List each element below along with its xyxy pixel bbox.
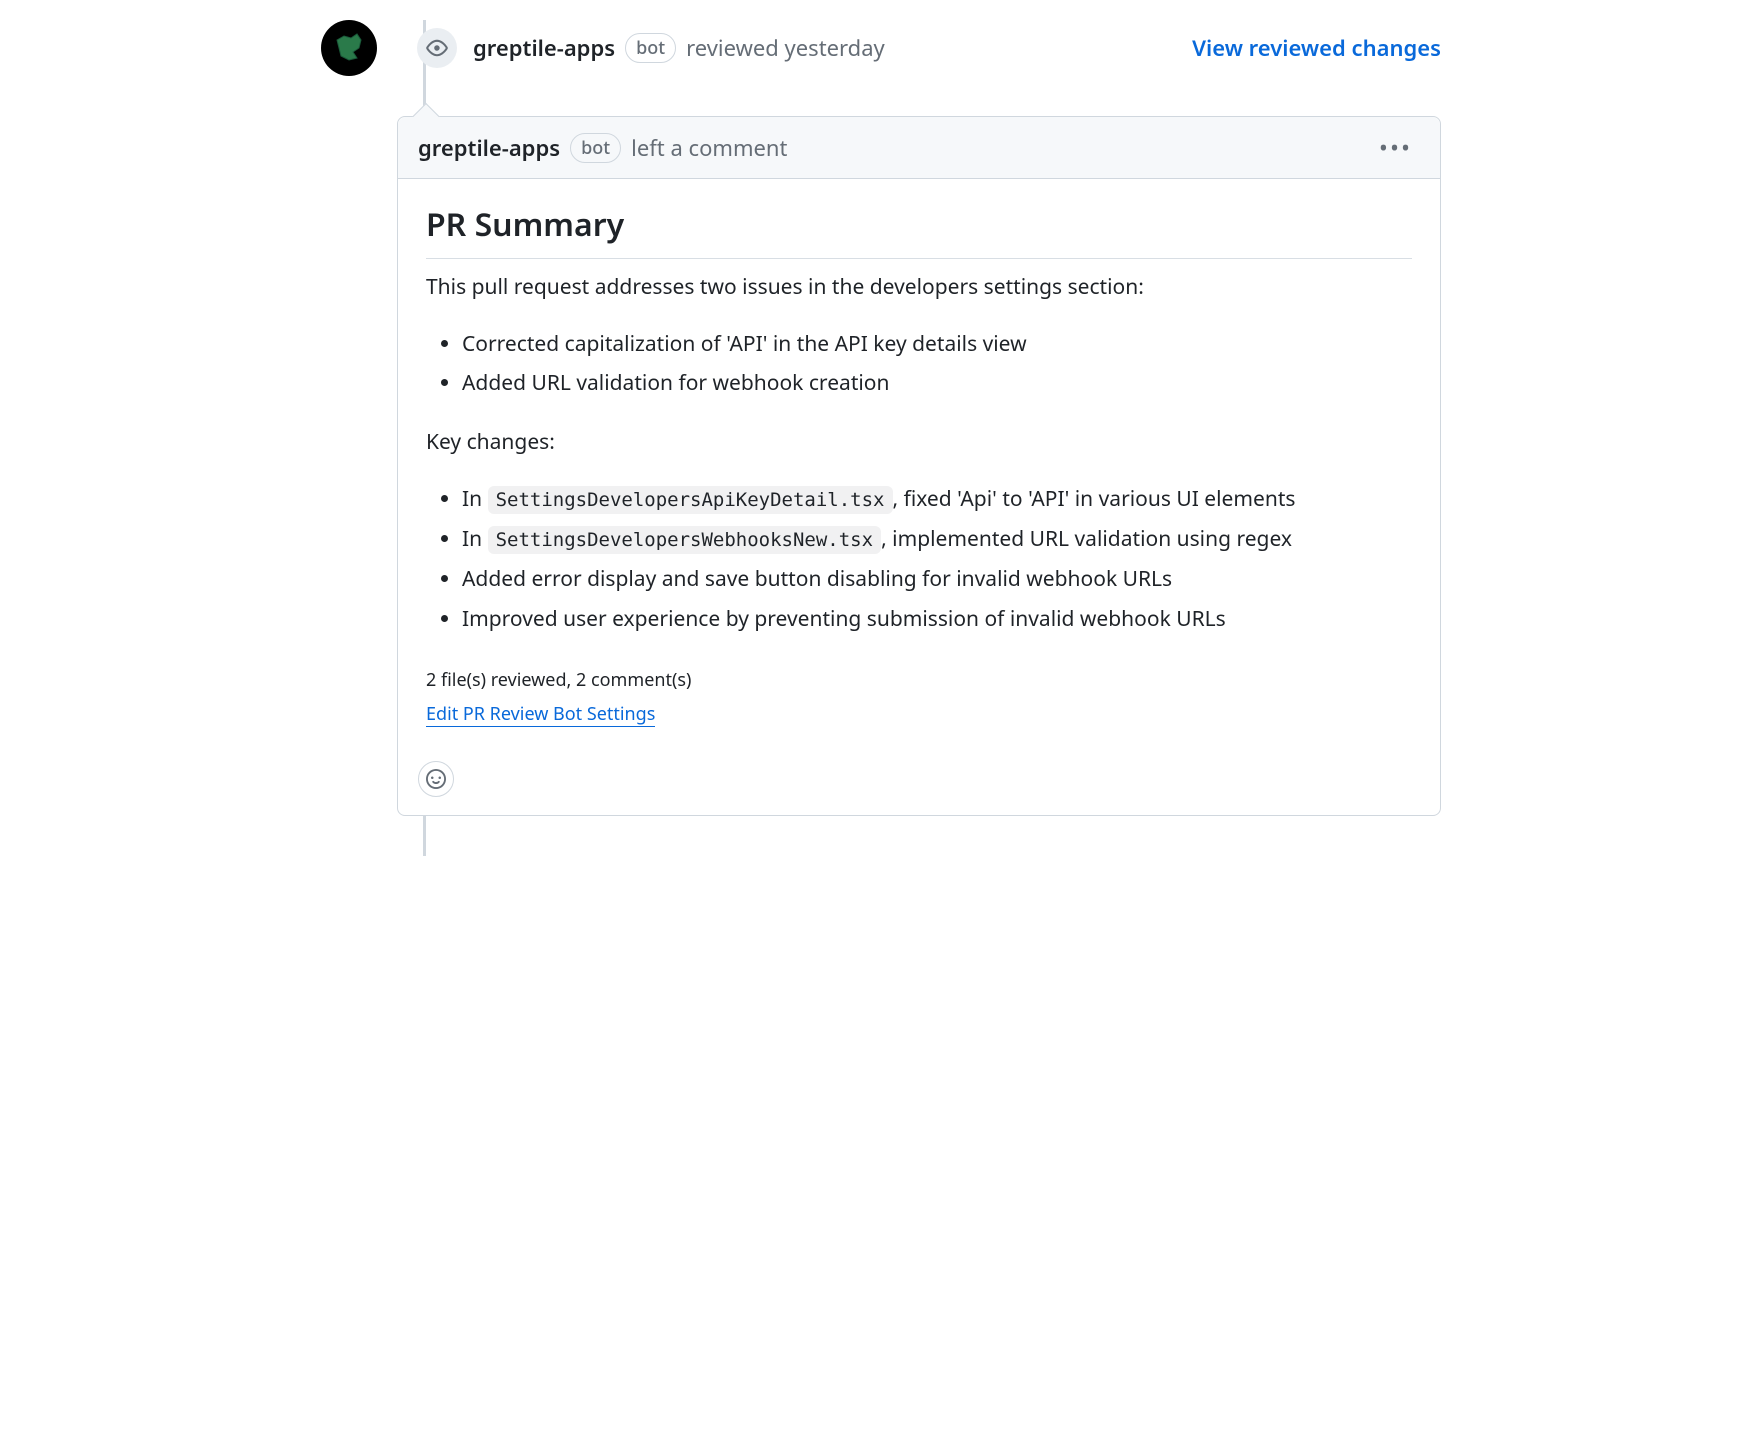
comment-bot-label: bot xyxy=(570,133,621,163)
view-reviewed-changes-link[interactable]: View reviewed changes xyxy=(1192,33,1441,63)
list-item: Added error display and save button disa… xyxy=(462,560,1412,600)
text-span: In xyxy=(462,525,488,553)
key-changes-list: In SettingsDevelopersApiKeyDetail.tsx, f… xyxy=(426,480,1412,640)
code-filename: SettingsDevelopersWebhooksNew.tsx xyxy=(488,526,882,554)
comment-box: greptile-apps bot left a comment ••• PR … xyxy=(397,116,1441,816)
comment-header: greptile-apps bot left a comment ••• xyxy=(398,117,1440,179)
list-item: Corrected capitalization of 'API' in the… xyxy=(462,325,1412,365)
timeline-bottom xyxy=(321,816,1441,856)
code-filename: SettingsDevelopersApiKeyDetail.tsx xyxy=(488,486,893,514)
timeline-text: greptile-apps bot reviewed yesterday xyxy=(473,33,1192,63)
text-span: , fixed 'Api' to 'API' in various UI ele… xyxy=(893,485,1296,513)
comment-body: PR Summary This pull request addresses t… xyxy=(398,179,1440,751)
issues-list: Corrected capitalization of 'API' in the… xyxy=(426,325,1412,405)
text-span: In xyxy=(462,485,488,513)
timeline-action: reviewed yesterday xyxy=(686,33,885,63)
greptile-avatar-icon xyxy=(329,28,369,68)
smiley-icon xyxy=(426,769,446,789)
bot-label: bot xyxy=(625,33,676,63)
key-changes-label: Key changes: xyxy=(426,426,1412,460)
comment-action: left a comment xyxy=(631,133,787,163)
list-item: Added URL validation for webhook creatio… xyxy=(462,364,1412,404)
review-stats: 2 file(s) reviewed, 2 comment(s) xyxy=(426,668,1412,692)
eye-icon xyxy=(426,37,448,59)
comment-author-name[interactable]: greptile-apps xyxy=(418,133,560,163)
edit-settings-link[interactable]: Edit PR Review Bot Settings xyxy=(426,702,655,727)
add-reaction-button[interactable] xyxy=(418,761,454,797)
list-item: Improved user experience by preventing s… xyxy=(462,600,1412,640)
author-avatar[interactable] xyxy=(321,20,377,76)
text-span: , implemented URL validation using regex xyxy=(881,525,1292,553)
timeline-header: greptile-apps bot reviewed yesterday Vie… xyxy=(321,20,1441,76)
kebab-menu-icon[interactable]: ••• xyxy=(1371,131,1420,164)
comment-footer xyxy=(398,751,1440,815)
list-item: In SettingsDevelopersApiKeyDetail.tsx, f… xyxy=(462,480,1412,520)
list-item: In SettingsDevelopersWebhooksNew.tsx, im… xyxy=(462,520,1412,560)
author-name[interactable]: greptile-apps xyxy=(473,33,615,63)
pr-summary-title: PR Summary xyxy=(426,203,1412,259)
pr-summary-intro: This pull request addresses two issues i… xyxy=(426,271,1412,305)
review-badge xyxy=(417,28,457,68)
